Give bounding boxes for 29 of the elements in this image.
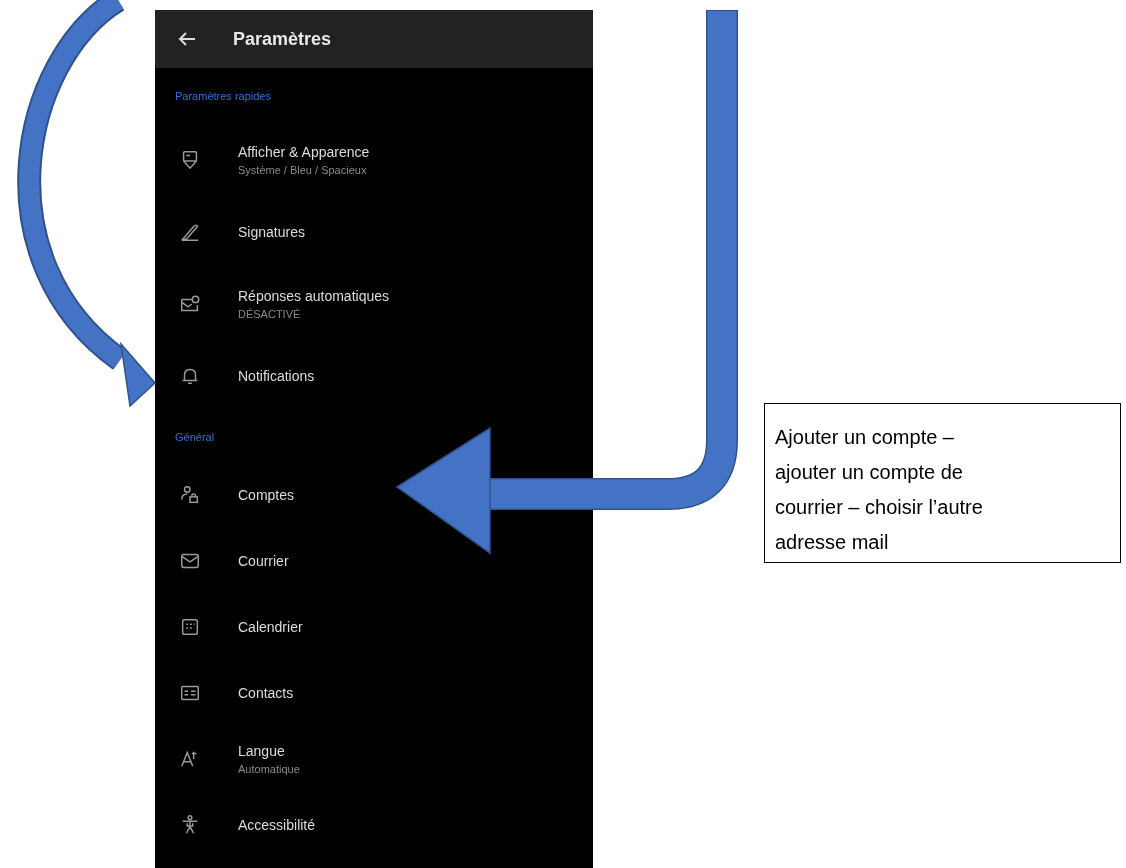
item-label: Notifications — [238, 368, 315, 384]
item-label: Afficher & Apparence — [238, 144, 370, 160]
settings-item[interactable]: Langue Automatique — [155, 726, 308, 792]
item-label: Calendrier — [238, 619, 303, 635]
item-label: Courrier — [238, 553, 289, 569]
item-subtitle: Système / Bleu / Spacieux — [238, 164, 368, 176]
item-label: Réponses automatiques — [238, 288, 389, 304]
settings-item[interactable]: Contacts — [155, 660, 302, 726]
item-subtitle: Automatique — [238, 763, 300, 775]
settings-item[interactable]: Signatures — [155, 196, 313, 268]
section-header: Général — [175, 431, 215, 443]
item-label: Signatures — [238, 224, 305, 240]
screen-title: Paramètres — [233, 28, 332, 50]
section-header: Paramètres rapides — [175, 90, 271, 102]
settings-item[interactable]: Accessibilité — [155, 792, 324, 858]
settings-item[interactable]: Notifications — [155, 340, 323, 412]
settings-item[interactable]: Calendrier — [155, 594, 311, 660]
accounts-icon — [179, 484, 201, 506]
callout-text: Ajouter un compte – ajouter un compte de courrier – choisir l’autre adresse mail — [775, 425, 984, 555]
item-label: Comptes — [238, 487, 295, 503]
settings-item[interactable]: Réponses automatiques DÉSACTIVÉ — [155, 268, 397, 340]
item-label: Contacts — [238, 685, 294, 701]
item-label: Accessibilité — [238, 817, 316, 833]
calendar-icon — [179, 616, 201, 638]
item-label: Langue — [238, 743, 286, 759]
settings-item[interactable]: Comptes — [155, 462, 303, 528]
settings-item[interactable]: Afficher & Apparence Système / Bleu / Spacieux — [155, 124, 378, 196]
settings-item[interactable]: Courrier — [155, 528, 297, 594]
item-subtitle: DÉSACTIVÉ — [238, 308, 302, 320]
